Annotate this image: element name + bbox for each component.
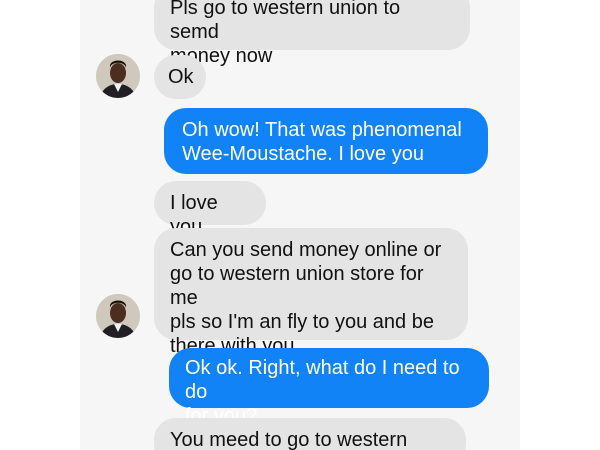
message-bubble-incoming: Ok [154,55,206,99]
message-bubble-outgoing: Oh wow! That was phenomenal Wee-Moustach… [164,108,488,174]
contact-avatar[interactable] [96,54,140,98]
message-bubble-incoming: You meed to go to western union [154,418,466,450]
message-bubble-incoming: Can you send money online or go to weste… [154,228,468,357]
message-bubble-incoming: Pls go to western union to semd money no… [154,0,470,67]
message-bubble-outgoing: Ok ok. Right, what do I need to do for y… [169,348,489,427]
chat-screen: Pls go to western union to semd money no… [80,0,520,450]
message-bubble-incoming: I love you [154,181,266,238]
contact-avatar[interactable] [96,294,140,338]
